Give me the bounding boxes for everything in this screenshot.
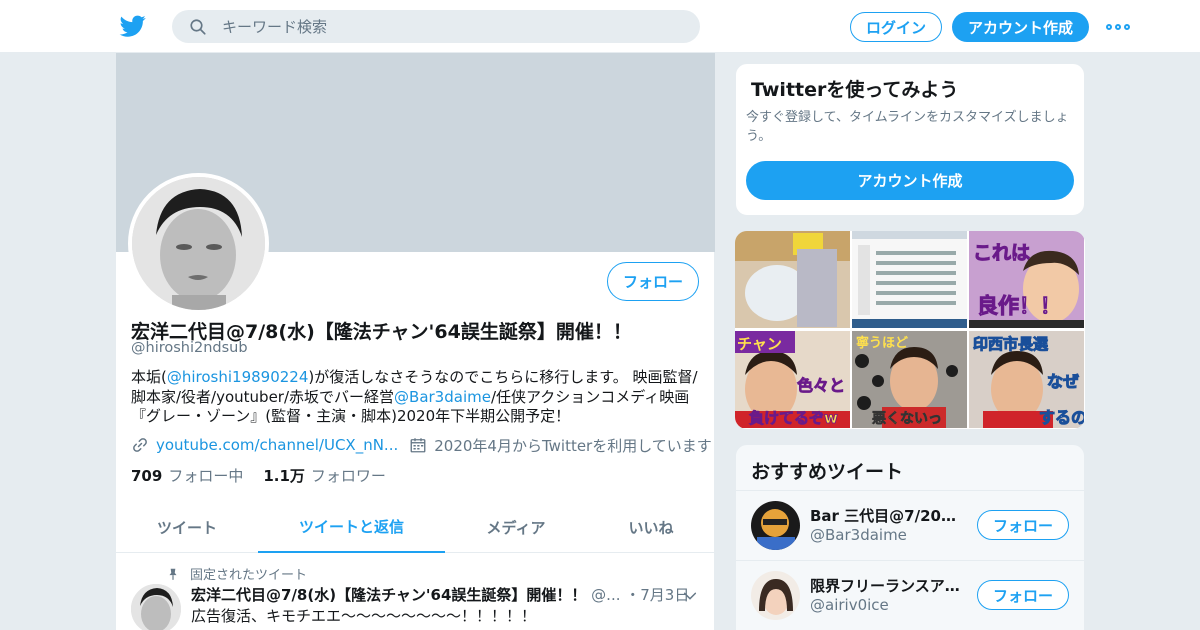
tab-media[interactable]: メディア [445,502,587,553]
tab-tweets[interactable]: ツイート [116,502,258,553]
tweet-header: 宏洋二代目@7/8(水)【隆法チャン'64誤生誕祭】開催！！ @... ・7月3… [191,584,689,605]
media-caption: これは [973,242,1030,264]
signup-button[interactable]: アカウント作成 [952,12,1089,42]
recommended-user-name[interactable]: Bar 三代目@7/20店... [810,505,960,526]
avatar[interactable] [751,571,800,620]
recommended-title: おすすめツイート [751,461,904,483]
bio-mention-link[interactable]: @hiroshi19890224 [167,368,309,386]
profile-tabs: ツイート ツイートと返信 メディア いいね [116,502,715,553]
profile-handle[interactable]: @hiroshi2ndsub [131,340,248,356]
top-navigation-bar: ログイン アカウント作成 [0,0,1200,53]
signup-card-title: Twitterを使ってみよう [751,79,959,101]
more-dots-icon[interactable] [1106,17,1130,37]
signup-card: Twitterを使ってみよう 今すぐ登録して、タイムラインをカスタマイズしましょ… [735,63,1085,216]
media-caption: するの [1039,408,1084,427]
tab-likes[interactable]: いいね [587,502,715,553]
signup-card-button[interactable]: アカウント作成 [746,161,1074,200]
tab-tweets-replies[interactable]: ツイートと返信 [258,502,445,553]
chevron-down-icon[interactable] [682,588,698,604]
signup-card-description: 今すぐ登録して、タイムラインをカスタマイズしましょう。 [746,110,1069,144]
recommended-user[interactable]: 限界フリーランスア... @airiv0ice フォロー [736,560,1084,629]
media-caption: 良作！！ [977,294,1061,318]
profile-avatar[interactable] [128,173,269,314]
tweet-author-name[interactable]: 宏洋二代目@7/8(水)【隆法チャン'64誤生誕祭】開催！！ [191,586,586,604]
profile-bio: 本垢(@hiroshi19890224)が復活しなさそうなのでこちらに移行します… [131,368,698,425]
search-input[interactable] [222,10,682,43]
media-thumbnail[interactable]: 寧うほど 悪くないっ [852,331,967,428]
media-caption: なぜ [1047,372,1079,391]
link-icon [133,438,147,452]
follow-button[interactable]: フォロー [607,262,699,301]
tweet-avatar[interactable] [131,584,181,630]
media-caption: チャン [737,335,782,353]
login-button[interactable]: ログイン [850,12,942,42]
media-caption: 悪くないっ [872,411,942,427]
calendar-icon [410,438,426,453]
joined-date: 2020年4月からTwitterを利用しています [434,436,712,455]
media-caption: 色々と [797,376,845,395]
profile-column: フォロー 宏洋二代目@7/8(水)【隆法チャン'64誤生誕祭】開催！！ @hir… [115,53,715,630]
profile-stats: 709 フォロー中 1.1万 フォロワー [131,465,406,486]
tweet-date[interactable]: ・7月3日 [625,586,689,604]
twitter-bird-icon[interactable] [119,13,147,39]
recommended-user-name[interactable]: 限界フリーランスア... [810,575,960,596]
avatar[interactable] [751,501,800,550]
recommended-user-handle[interactable]: @airiv0ice [810,596,889,614]
recommended-user[interactable]: Bar 三代目@7/20店... @Bar3daime フォロー [736,490,1084,559]
following-stat[interactable]: 709 フォロー中 [131,465,243,486]
search-box[interactable] [172,10,700,43]
tweet-author-handle[interactable]: @... [591,586,620,604]
followers-stat[interactable]: 1.1万 フォロワー [263,465,386,486]
follow-button[interactable]: フォロー [977,580,1069,610]
media-caption: 負けてるぞw [749,409,838,427]
media-grid: これは 良作！！ チャン 色々と 負けてるぞw 寧うほど 悪くないっ 印西市長選… [735,231,1085,429]
media-thumbnail[interactable] [735,231,850,328]
bio-mention-link[interactable]: @Bar3daime [394,388,491,406]
profile-website-link[interactable]: youtube.com/channel/UCX_nN... [156,436,398,454]
media-thumbnail[interactable] [852,231,967,328]
media-caption: 寧うほど [856,335,908,351]
pinned-indicator: 固定されたツイート [166,564,307,583]
media-thumbnail[interactable]: 印西市長選 なぜ するの [969,331,1084,428]
media-thumbnail[interactable]: これは 良作！！ [969,231,1084,328]
pin-icon [169,568,177,580]
recommended-user-handle[interactable]: @Bar3daime [810,526,907,544]
media-thumbnail[interactable]: チャン 色々と 負けてるぞw [735,331,850,428]
follow-button[interactable]: フォロー [977,510,1069,540]
tweet-text: 広告復活、キモチエエ〜〜〜〜〜〜〜〜！！！！！ [191,607,537,625]
media-caption: 印西市長選 [973,335,1048,353]
recommended-tweets-card: おすすめツイート Bar 三代目@7/20店... @Bar3daime フォロ… [735,444,1085,630]
search-icon [190,19,206,35]
profile-meta: youtube.com/channel/UCX_nN... 2020年4月からT… [131,434,712,456]
